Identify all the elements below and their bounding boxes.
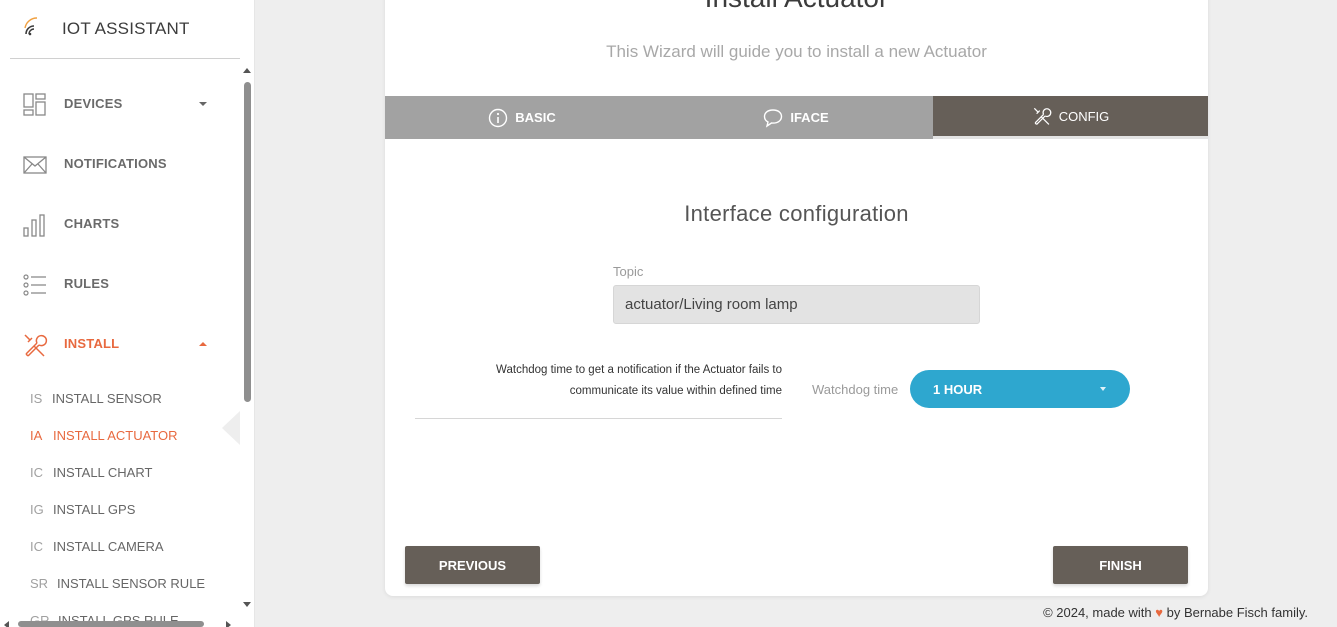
logo[interactable]: IOT ASSISTANT <box>10 0 240 59</box>
subitem-abbr: IG <box>30 502 44 517</box>
list-icon <box>23 274 46 296</box>
topic-field[interactable]: actuator/Living room lamp <box>613 285 980 324</box>
watchdog-help-line: communicate its value within defined tim… <box>569 385 782 397</box>
sidebar-subitem-install-sensor-rule[interactable]: SR INSTALL SENSOR RULE <box>0 564 240 601</box>
sidebar-subitem-install-gps[interactable]: IG INSTALL GPS <box>0 490 240 527</box>
subitem-abbr: IS <box>30 391 43 406</box>
tab-iface[interactable]: IFACE <box>659 96 933 139</box>
tab-basic[interactable]: BASIC <box>385 96 659 139</box>
footer-suffix: by Bernabe Fisch family. <box>1166 605 1308 620</box>
subitem-abbr: IA <box>30 428 43 443</box>
scroll-right-icon[interactable] <box>226 621 231 627</box>
sidebar-subitem-install-sensor[interactable]: IS INSTALL SENSOR <box>0 379 240 416</box>
section-title: Interface configuration <box>684 201 909 226</box>
app-title: IOT ASSISTANT <box>62 19 190 38</box>
sidebar-item-devices[interactable]: DEVICES <box>0 74 240 134</box>
sidebar-item-label: NOTIFICATIONS <box>64 156 167 171</box>
wifi-signal-icon <box>24 17 38 36</box>
sidebar-vertical-scrollbar[interactable] <box>240 62 254 615</box>
topic-label: Topic <box>613 264 644 279</box>
scrollbar-thumb[interactable] <box>18 621 204 627</box>
subitem-label: INSTALL CHART <box>53 465 153 480</box>
sidebar-item-label: CHARTS <box>64 216 120 231</box>
sidebar-subitem-install-actuator[interactable]: IA INSTALL ACTUATOR <box>0 416 240 453</box>
wizard-card: Install Actuator This Wizard will guide … <box>385 0 1208 596</box>
divider <box>415 418 782 419</box>
scroll-up-icon[interactable] <box>243 68 251 73</box>
sidebar-item-charts[interactable]: CHARTS <box>0 194 240 254</box>
subitem-label: INSTALL SENSOR RULE <box>57 576 206 591</box>
sidebar-item-install[interactable]: INSTALL <box>0 314 240 374</box>
sidebar-item-notifications[interactable]: NOTIFICATIONS <box>0 134 240 194</box>
tab-label: CONFIG <box>1058 108 1110 124</box>
watchdog-select[interactable]: 1 HOUR <box>910 370 1130 408</box>
devices-grid-icon <box>23 93 46 116</box>
tools-icon <box>1033 107 1052 125</box>
finish-button[interactable]: FINISH <box>1053 546 1188 584</box>
page-title: Install Actuator <box>385 0 1208 14</box>
active-indicator <box>222 411 240 445</box>
subitem-label: INSTALL ACTUATOR <box>53 428 178 443</box>
watchdog-help-line: Watchdog time to get a notification if t… <box>496 364 782 376</box>
heart-icon: ♥ <box>1155 605 1163 620</box>
tab-label: BASIC <box>515 110 556 125</box>
footer: © 2024, made with ♥ by Bernabe Fisch fam… <box>1043 605 1308 620</box>
tab-config[interactable]: CONFIG <box>933 96 1208 139</box>
subitem-label: INSTALL SENSOR <box>52 391 162 406</box>
scrollbar-thumb[interactable] <box>244 82 251 402</box>
sidebar-item-rules[interactable]: RULES <box>0 254 240 314</box>
subitem-label: INSTALL GPS <box>53 502 136 517</box>
previous-button[interactable]: PREVIOUS <box>405 546 540 584</box>
info-icon <box>489 108 508 127</box>
sidebar-item-label: DEVICES <box>64 96 123 111</box>
sidebar: IOT ASSISTANT DEVICES NOTIFICATIONS CHAR… <box>0 0 255 627</box>
sidebar-horizontal-scrollbar[interactable] <box>0 615 240 627</box>
wizard-tabs: BASIC IFACE CONFIG <box>385 96 1208 139</box>
chevron-down-icon <box>199 102 207 106</box>
sidebar-subitem-install-chart[interactable]: IC INSTALL CHART <box>0 453 240 490</box>
chevron-up-icon <box>199 342 207 346</box>
watchdog-help-text: Watchdog time to get a notification if t… <box>415 360 782 402</box>
scroll-down-icon[interactable] <box>243 602 251 607</box>
sidebar-item-label: RULES <box>64 276 110 291</box>
subitem-abbr: IC <box>30 539 43 554</box>
envelope-icon <box>23 156 47 174</box>
subitem-abbr: SR <box>30 576 49 591</box>
tab-label: IFACE <box>790 110 829 125</box>
watchdog-selected-value: 1 HOUR <box>933 382 983 397</box>
chat-bubble-icon <box>764 108 783 128</box>
subitem-abbr: IC <box>30 465 43 480</box>
bar-chart-icon <box>23 214 45 237</box>
tools-icon <box>24 334 48 357</box>
subitem-label: INSTALL CAMERA <box>53 539 164 554</box>
page-subtitle: This Wizard will guide you to install a … <box>606 42 987 61</box>
footer-prefix: © 2024, made with <box>1043 605 1152 620</box>
scroll-left-icon[interactable] <box>4 621 9 627</box>
sidebar-subitem-install-camera[interactable]: IC INSTALL CAMERA <box>0 527 240 564</box>
chevron-down-icon <box>1100 387 1106 391</box>
sidebar-item-label: INSTALL <box>64 336 120 351</box>
watchdog-label: Watchdog time <box>812 382 899 397</box>
